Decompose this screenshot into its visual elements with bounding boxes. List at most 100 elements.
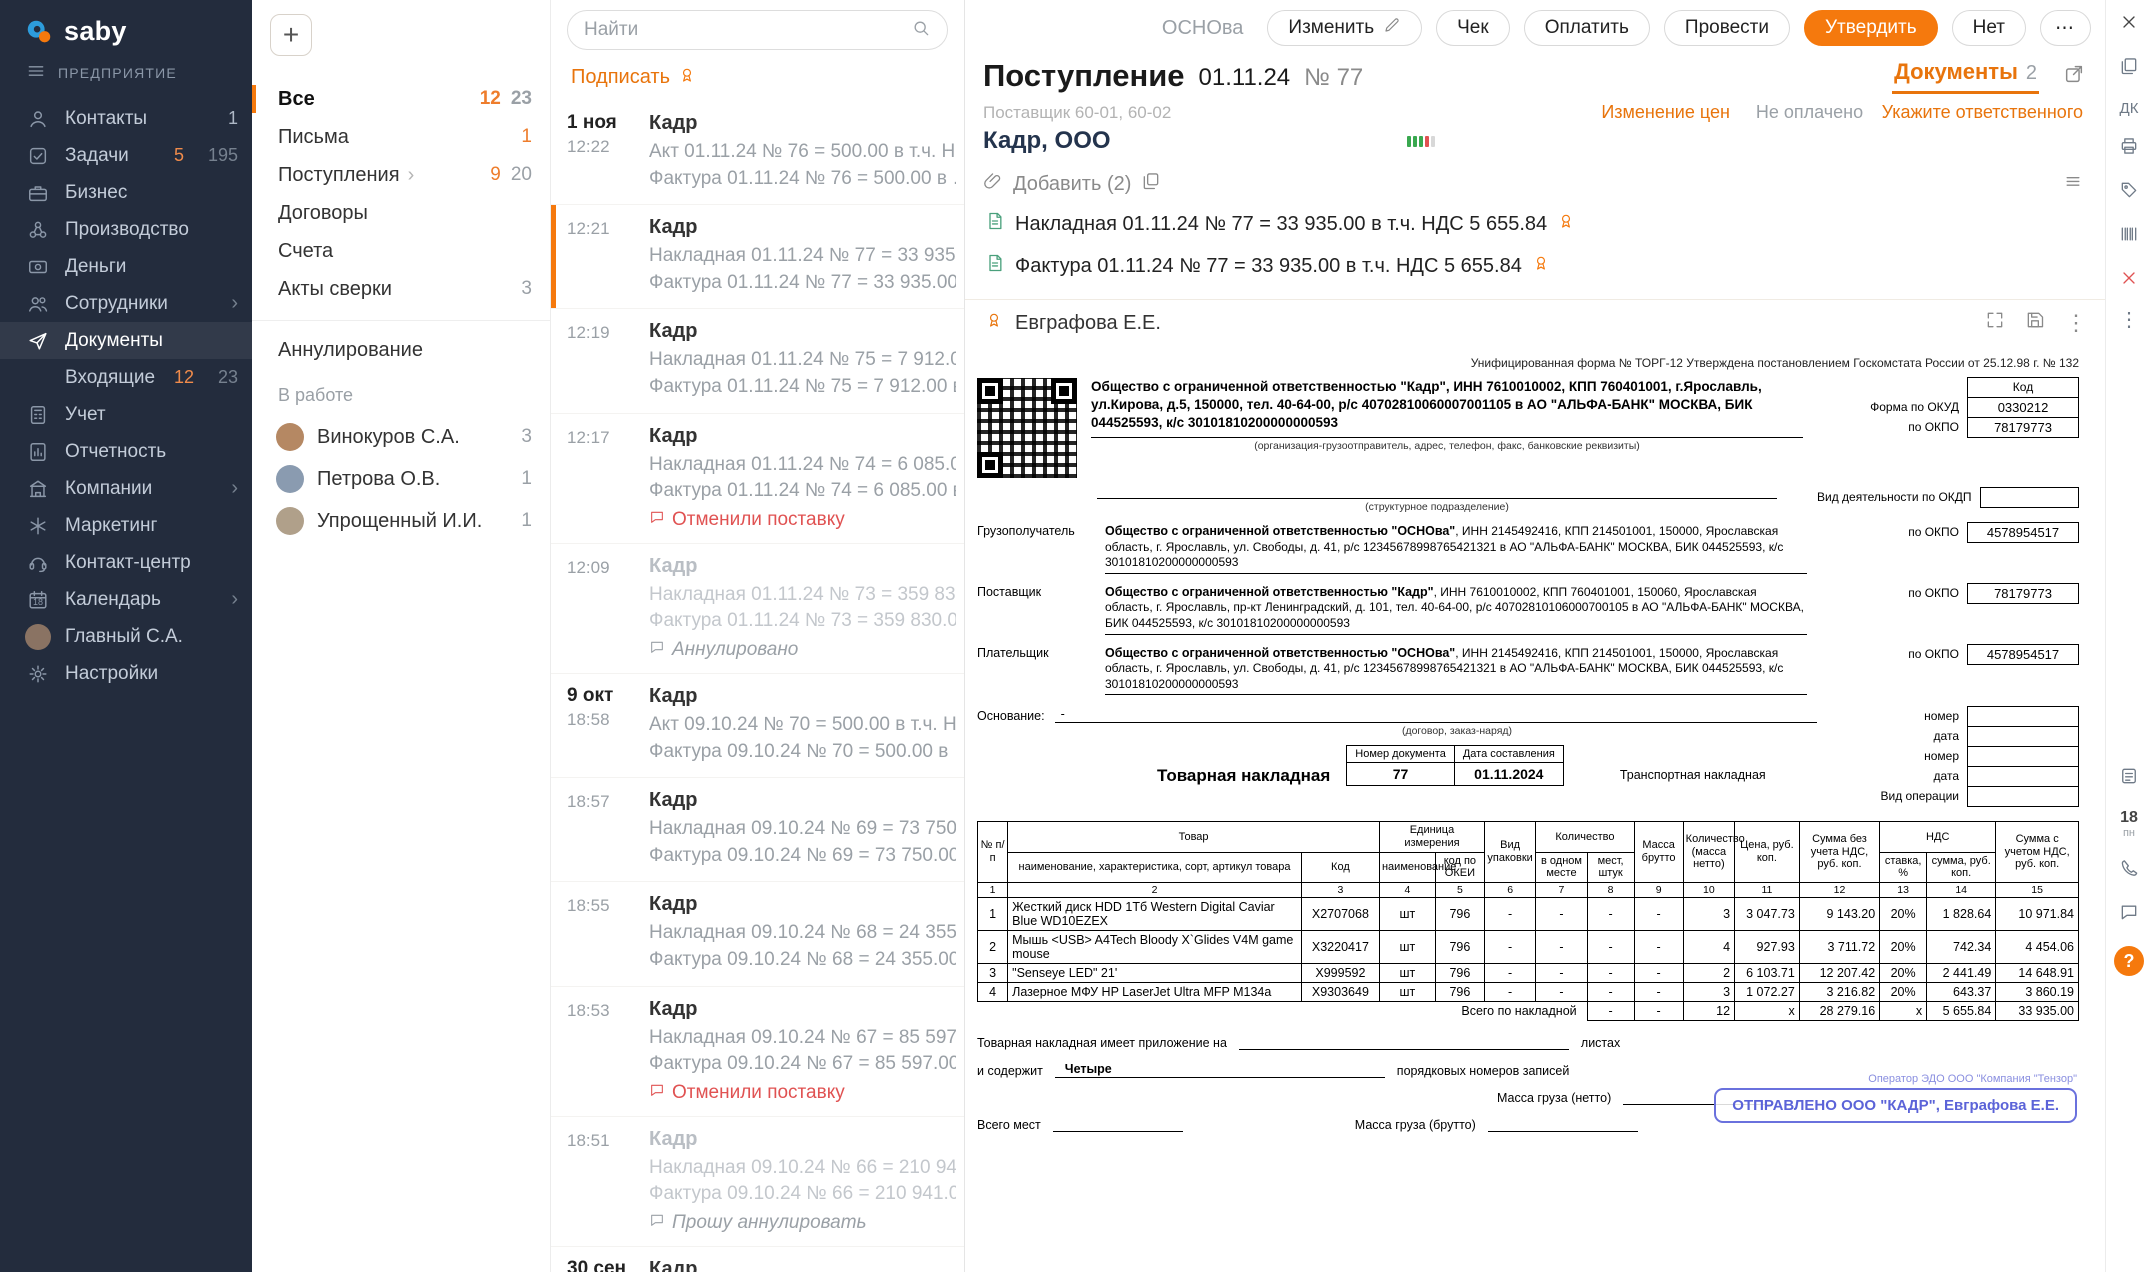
notes-icon[interactable]: [2119, 766, 2139, 791]
in-work-person[interactable]: Упрощенный И.И. 1: [252, 500, 550, 542]
receipt-button[interactable]: Чек: [1436, 10, 1510, 46]
enterprise-menu[interactable]: ПРЕДПРИЯТИЕ: [0, 53, 252, 100]
kebab-menu-icon[interactable]: ⋮: [2119, 310, 2139, 330]
hamburger-icon[interactable]: [26, 61, 46, 84]
add-document-button[interactable]: +: [270, 14, 312, 56]
dk-button[interactable]: ДК: [2120, 100, 2139, 117]
edo-operator: Оператор ЭДО ООО "Компания "Тензор": [1868, 1072, 2077, 1085]
goods-colnum: 3: [1300, 881, 1380, 898]
phone-icon[interactable]: [2119, 858, 2139, 883]
tag-icon[interactable]: [2119, 180, 2139, 205]
list-item[interactable]: 18:55 Кадр Накладная 09.10.24 № 68 = 24 35…: [551, 882, 964, 987]
more-button[interactable]: ⋯: [2040, 10, 2091, 46]
filter-item-invoices[interactable]: Счета: [252, 232, 550, 270]
filter-item-letters[interactable]: Письма 1: [252, 118, 550, 156]
search-icon[interactable]: [911, 18, 931, 43]
calendar-widget[interactable]: 18 пн: [2120, 810, 2138, 839]
pay-button[interactable]: Оплатить: [1523, 10, 1650, 46]
okdp-value: [1979, 487, 2079, 508]
goods-cell: 3: [1682, 896, 1736, 931]
filter-item-reconciliation[interactable]: Акты сверки 3: [252, 270, 550, 308]
sidebar-item-production[interactable]: Производство: [0, 211, 252, 248]
in-work-person[interactable]: Петрова О.В. 1: [252, 458, 550, 500]
approve-button[interactable]: Утвердить: [1803, 10, 1938, 46]
sidebar-item-marketing[interactable]: Маркетинг: [0, 507, 252, 544]
attachment-row[interactable]: Фактура 01.11.24 № 77 = 33 935.00 в т.ч.…: [965, 245, 2105, 287]
supplier-accounts-caption: Поставщик 60-01, 60-02: [983, 102, 1172, 122]
sidebar-item-contacts[interactable]: Контакты 1: [0, 100, 252, 137]
sidebar-item-business[interactable]: Бизнес: [0, 174, 252, 211]
list-item[interactable]: 1 ноя 12:22 Кадр Акт 01.11.24 № 76 = 500.00…: [551, 101, 964, 206]
list-item[interactable]: 12:09 Кадр Накладная 01.11.24 № 73 = 359 8…: [551, 544, 964, 674]
goods-colnum: 9: [1633, 881, 1684, 898]
contains-label: и содержит: [977, 1063, 1043, 1078]
filter-item-all[interactable]: Все 12 23: [252, 80, 550, 118]
save-icon[interactable]: [2025, 310, 2045, 336]
list-item[interactable]: 18:53 Кадр Накладная 09.10.24 № 67 = 85 59…: [551, 987, 964, 1117]
sidebar-item-label: Задачи: [65, 144, 129, 166]
barcode-icon[interactable]: [2119, 224, 2139, 249]
okud-value: 0330212: [1967, 397, 2079, 418]
assign-responsible-link[interactable]: Укажите ответственного: [1882, 102, 2083, 123]
supplier-name[interactable]: Кадр, ООО: [983, 127, 1111, 155]
list-item[interactable]: 12:17 Кадр Накладная 01.11.24 № 74 = 6 085…: [551, 414, 964, 544]
sidebar-item-profile[interactable]: Главный С.А.: [0, 618, 252, 655]
in-work-person[interactable]: Винокуров С.А. 3: [252, 416, 550, 458]
list-item[interactable]: 12:21 Кадр Накладная 01.11.24 № 77 = 33 93…: [551, 205, 964, 310]
no-button[interactable]: Нет: [1951, 10, 2026, 46]
search-input[interactable]: [584, 19, 911, 41]
import-icon[interactable]: [1141, 171, 1161, 197]
post-button[interactable]: Провести: [1663, 10, 1790, 46]
sidebar-item-money[interactable]: Деньги: [0, 248, 252, 285]
sidebar-item-contact-center[interactable]: Контакт-центр: [0, 544, 252, 581]
sidebar-item-accounting[interactable]: Учет: [0, 396, 252, 433]
col-name-sub: наименование, характеристика, сорт, арти…: [1007, 851, 1302, 883]
search-box[interactable]: [567, 10, 948, 50]
pages-icon[interactable]: [2119, 56, 2139, 81]
sidebar-item-calendar[interactable]: 18 Календарь ›: [0, 581, 252, 618]
list-item-time: 12:22: [567, 137, 610, 156]
saby-logo[interactable]: saby: [0, 0, 252, 53]
reject-icon[interactable]: [2119, 268, 2139, 293]
help-button[interactable]: ?: [2114, 946, 2144, 976]
kebab-menu-icon[interactable]: ⋮: [2065, 310, 2087, 336]
list-item[interactable]: 12:19 Кадр Накладная 01.11.24 № 75 = 7 912…: [551, 309, 964, 414]
attachments-menu-icon[interactable]: [2063, 171, 2083, 197]
signer-name[interactable]: Евграфова Е.Е.: [1015, 312, 1161, 335]
goods-total-cell: x: [1734, 1000, 1800, 1021]
list-item[interactable]: 18:51 Кадр Накладная 09.10.24 № 66 = 210 9…: [551, 1117, 964, 1247]
close-icon[interactable]: [2119, 12, 2139, 37]
sidebar-item-incoming[interactable]: Входящие 12 23: [0, 359, 252, 396]
org-name[interactable]: ОСНОва: [1162, 17, 1244, 40]
attachment-row[interactable]: Накладная 01.11.24 № 77 = 33 935.00 в т.…: [965, 203, 2105, 245]
price-change-link[interactable]: Изменение цен: [1601, 102, 1730, 123]
filter-item-receipts[interactable]: Поступления › 9 20: [252, 156, 550, 194]
okud-label: Форма по ОКУД: [1870, 400, 1959, 414]
add-attachment-link[interactable]: Добавить (2): [1013, 173, 1131, 196]
sidebar-item-settings[interactable]: Настройки: [0, 655, 252, 692]
sidebar-item-reporting[interactable]: Отчетность: [0, 433, 252, 470]
sidebar-item-employees[interactable]: Сотрудники ›: [0, 285, 252, 322]
avatar: [276, 465, 304, 493]
sidebar-item-tasks[interactable]: Задачи 5 195: [0, 137, 252, 174]
printer-icon[interactable]: [2119, 136, 2139, 161]
list-item[interactable]: 30 сен12:01КадрПрошу подготовить и присл…: [551, 1247, 964, 1272]
chat-icon[interactable]: [2119, 902, 2139, 927]
okdp-label: Вид деятельности по ОКДП: [1817, 490, 1972, 504]
list-item-line: Накладная 01.11.24 № 77 = 33 935…: [649, 245, 956, 267]
sign-link[interactable]: Подписать: [571, 66, 670, 89]
filter-item-annulment[interactable]: Аннулирование: [252, 331, 550, 369]
tab-documents[interactable]: Документы 2: [1892, 59, 2039, 94]
sidebar-item-documents[interactable]: Документы: [0, 322, 252, 359]
divider: [252, 320, 550, 321]
edit-button[interactable]: Изменить: [1267, 10, 1423, 46]
list-item-datetime: 18:51: [567, 1128, 649, 1234]
sidebar-item-companies[interactable]: Компании ›: [0, 470, 252, 507]
goods-cell: X3220417: [1300, 929, 1380, 964]
sidebar-item-label: Деньги: [65, 255, 127, 277]
fullscreen-icon[interactable]: [1985, 310, 2005, 336]
list-item[interactable]: 18:57 Кадр Накладная 09.10.24 № 69 = 73 75…: [551, 778, 964, 883]
document-form-icon[interactable]: [2063, 63, 2085, 94]
list-item[interactable]: 9 окт 18:58 Кадр Акт 09.10.24 № 70 = 500.00…: [551, 674, 964, 779]
filter-item-contracts[interactable]: Договоры: [252, 194, 550, 232]
